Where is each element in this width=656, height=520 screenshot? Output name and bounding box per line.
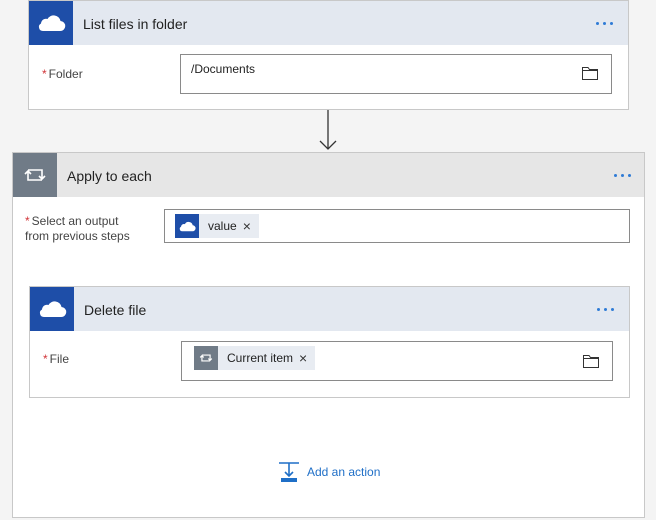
onedrive-icon-box <box>30 287 74 331</box>
onedrive-icon-box <box>29 1 73 45</box>
loop-icon <box>199 354 213 362</box>
more-options-icon[interactable] <box>614 174 631 177</box>
value-token-label: value <box>208 219 237 233</box>
list-files-title: List files in folder <box>83 16 188 32</box>
loop-icon-box <box>13 153 57 197</box>
list-files-card: List files in folder * Folder /Documents <box>28 0 629 110</box>
folder-icon[interactable] <box>583 355 599 368</box>
more-options-icon[interactable] <box>597 308 614 311</box>
apply-to-each-header[interactable]: Apply to each <box>13 153 644 197</box>
file-field[interactable]: Current item × <box>181 341 613 381</box>
list-files-header[interactable]: List files in folder <box>29 1 628 45</box>
folder-value: /Documents <box>191 62 256 76</box>
current-item-token-label: Current item <box>227 351 294 365</box>
connector-arrow-icon <box>319 110 337 150</box>
value-token[interactable]: value × <box>175 214 259 238</box>
add-action-icon <box>279 462 299 482</box>
folder-icon[interactable] <box>582 67 598 80</box>
apply-to-each-title: Apply to each <box>67 168 152 184</box>
delete-file-title: Delete file <box>84 302 147 318</box>
select-output-field[interactable]: value × <box>164 209 630 243</box>
delete-file-card: Delete file * File Current item × <box>29 286 630 398</box>
folder-field[interactable]: /Documents <box>180 54 612 94</box>
cloud-icon <box>38 15 66 32</box>
select-output-label: * Select an output from previous steps <box>25 214 130 243</box>
folder-label: * Folder <box>42 67 83 81</box>
more-options-icon[interactable] <box>596 22 613 25</box>
apply-to-each-card: Apply to each * Select an output from pre… <box>12 152 645 518</box>
current-item-token[interactable]: Current item × <box>194 346 316 370</box>
delete-file-header[interactable]: Delete file <box>30 287 629 331</box>
close-icon[interactable]: × <box>243 219 259 233</box>
cloud-icon <box>179 221 196 231</box>
cloud-icon <box>39 301 67 318</box>
close-icon[interactable]: × <box>299 351 315 365</box>
loop-token-icon-box <box>194 346 218 370</box>
file-label: * File <box>43 352 70 366</box>
add-action-label: Add an action <box>307 465 381 479</box>
loop-icon <box>24 169 46 181</box>
add-action-button[interactable]: Add an action <box>278 461 380 483</box>
onedrive-token-icon-box <box>175 214 199 238</box>
